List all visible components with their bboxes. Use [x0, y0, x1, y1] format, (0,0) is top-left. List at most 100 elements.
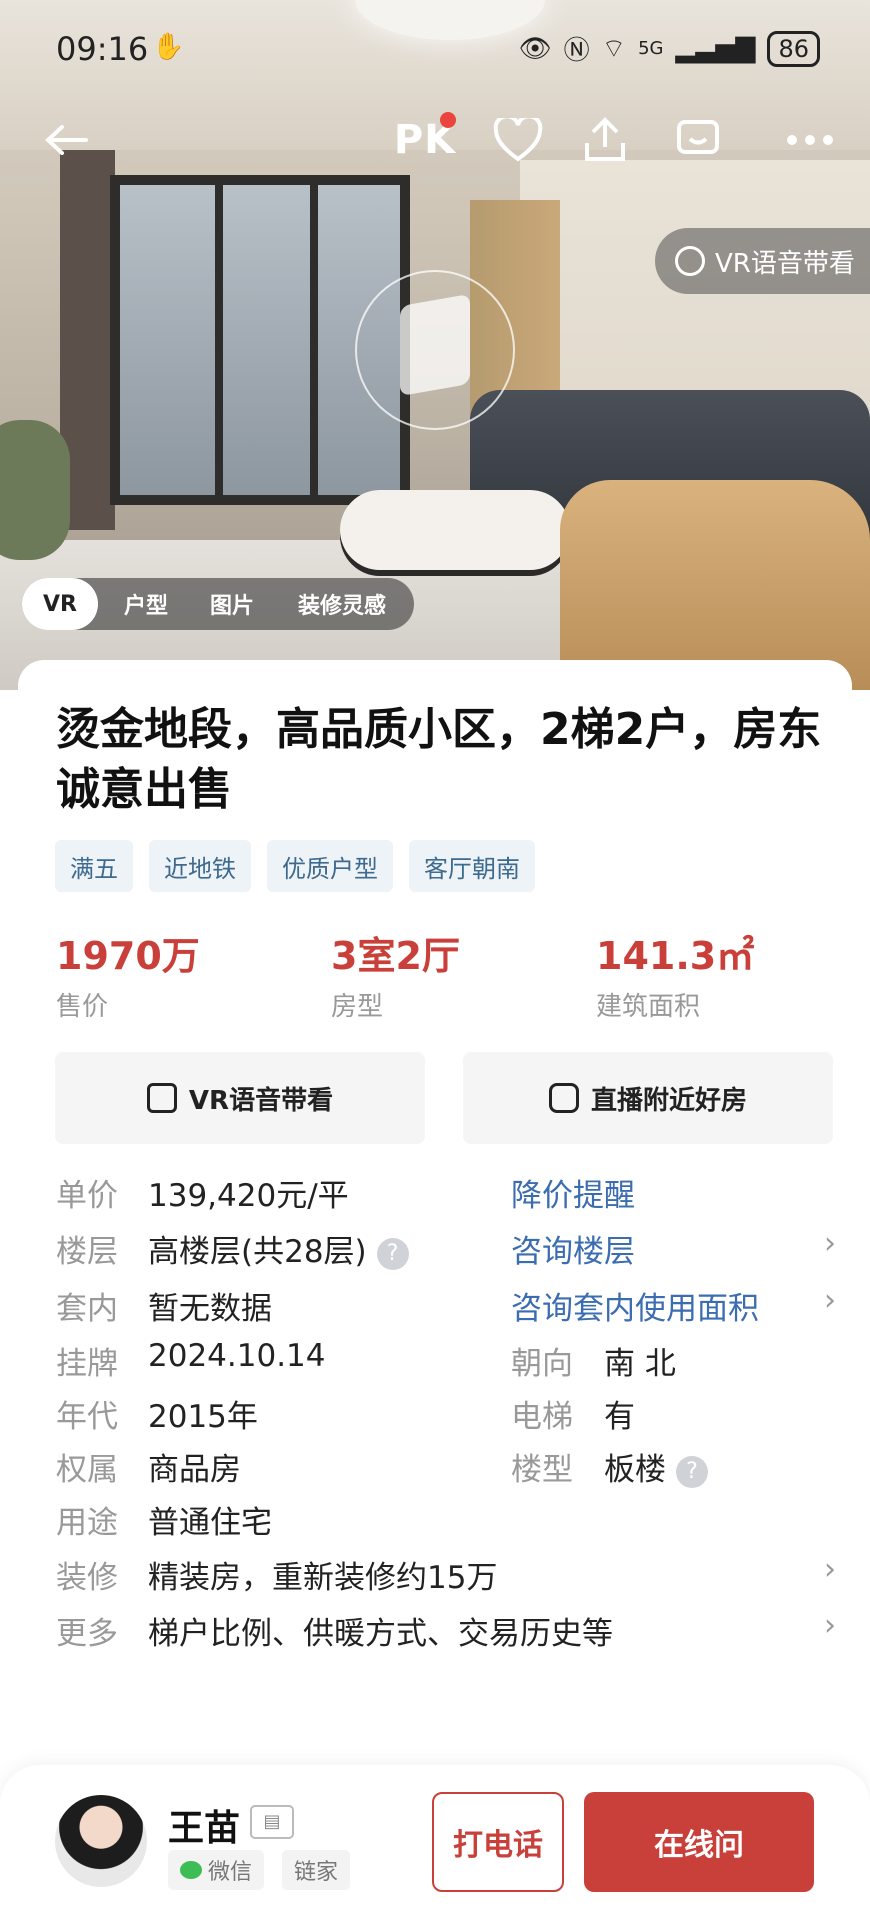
- top-action-bar: PK: [0, 100, 870, 180]
- detail-key: 朝向: [511, 1346, 573, 1382]
- detail-key: 更多: [56, 1616, 118, 1652]
- detail-key: 装修: [56, 1560, 118, 1596]
- window-frame: [310, 185, 318, 495]
- metric-value: 1970万: [56, 934, 200, 978]
- tag-item: 客厅朝南: [409, 840, 535, 892]
- call-button[interactable]: 打电话: [432, 1792, 564, 1892]
- price-drop-alert-link[interactable]: 降价提醒: [511, 1170, 635, 1215]
- chevron-right-icon[interactable]: ›: [824, 1226, 836, 1261]
- media-tabs: VR 户型 图片 装修灵感: [22, 578, 414, 630]
- nfc-icon: Ⓝ: [563, 36, 590, 66]
- detail-key: 楼型: [511, 1452, 573, 1488]
- metric-area: 141.3㎡ 建筑面积: [596, 925, 754, 1023]
- play-icon: [548, 1083, 579, 1113]
- favorite-heart-icon[interactable]: [488, 110, 548, 170]
- more-icon[interactable]: [775, 110, 845, 170]
- listing-tags: 满五 近地铁 优质户型 客厅朝南: [55, 840, 535, 892]
- armchair: [560, 480, 870, 690]
- metric-value: 141.3㎡: [596, 934, 755, 978]
- tab-decoration-ideas[interactable]: 装修灵感: [270, 578, 414, 630]
- detail-value: 2024.10.14: [148, 1338, 326, 1374]
- hero-vr-image[interactable]: 09:16 ✋ 👁 Ⓝ ⌔ 5G ▂▃▅▇ 86 PK VR语音带看 VR 户型…: [0, 0, 870, 690]
- chevron-right-icon[interactable]: ›: [824, 1283, 836, 1318]
- help-icon[interactable]: ?: [676, 1456, 708, 1488]
- detail-value: 南 北: [604, 1346, 676, 1382]
- tab-floor-plan[interactable]: 户型: [98, 578, 194, 630]
- brand-badge: 链家: [282, 1850, 351, 1890]
- chevron-right-icon[interactable]: ›: [824, 1608, 836, 1643]
- detail-key: 年代: [56, 1399, 118, 1435]
- chevron-right-icon[interactable]: ›: [824, 1552, 836, 1587]
- pk-notification-dot: [440, 112, 456, 128]
- metric-label: 售价: [56, 992, 109, 1022]
- detail-key: 权属: [56, 1452, 118, 1488]
- metric-price: 1970万 售价: [56, 925, 200, 1023]
- detail-key: 挂牌: [56, 1346, 118, 1382]
- tag-item: 满五: [55, 840, 133, 892]
- agent-avatar[interactable]: [55, 1795, 147, 1887]
- tab-photos[interactable]: 图片: [194, 578, 270, 630]
- listing-card: 烫金地段，高品质小区，2梯2户，房东诚意出售 满五 近地铁 优质户型 客厅朝南 …: [18, 660, 852, 1800]
- signal-icon: ▂▃▅▇: [675, 33, 756, 64]
- ask-floor-link[interactable]: 咨询楼层: [511, 1226, 635, 1271]
- wechat-badge: 微信: [168, 1850, 265, 1890]
- status-time: 09:16: [56, 30, 149, 68]
- id-card-icon[interactable]: ▤: [250, 1805, 294, 1839]
- ask-inner-area-link[interactable]: 咨询套内使用面积: [511, 1283, 759, 1328]
- hand-icon: ✋: [152, 32, 185, 62]
- action-buttons: VR语音带看 直播附近好房: [55, 1052, 833, 1144]
- floor-value: 高楼层(共28层): [148, 1234, 367, 1270]
- key-metrics: 1970万 售价 3室2厅 房型 141.3㎡ 建筑面积: [56, 925, 836, 1025]
- detail-key: 用途: [56, 1505, 118, 1541]
- eye-icon: 👁: [518, 33, 552, 64]
- vr-voice-guide-label: VR语音带看: [715, 248, 855, 279]
- metric-layout: 3室2厅 房型: [331, 925, 460, 1023]
- live-nearby-button[interactable]: 直播附近好房: [463, 1052, 833, 1144]
- coffee-table: [340, 490, 570, 570]
- window-frame: [215, 185, 223, 495]
- status-icons: 👁 Ⓝ ⌔ 5G ▂▃▅▇ 86: [519, 30, 820, 67]
- wechat-label: 微信: [208, 1860, 253, 1885]
- vr-cube-icon: [146, 1083, 177, 1113]
- agent-bar: 王苗 ▤ 微信 链家 打电话 在线问: [0, 1765, 870, 1920]
- message-icon[interactable]: [668, 110, 728, 170]
- plant: [0, 420, 70, 560]
- metric-value: 3室2厅: [331, 934, 460, 978]
- agent-name[interactable]: 王苗: [168, 1799, 240, 1851]
- vr-voice-guide-card-button[interactable]: VR语音带看: [55, 1052, 425, 1144]
- network-type: 5G: [638, 38, 664, 59]
- detail-key: 套内: [56, 1291, 118, 1327]
- detail-value: 2015年: [148, 1399, 258, 1435]
- detail-value: 暂无数据: [148, 1291, 272, 1327]
- detail-value: 高楼层(共28层)?: [148, 1226, 409, 1271]
- tag-item: 近地铁: [149, 840, 251, 892]
- vr-icon: [675, 246, 705, 276]
- tag-item: 优质户型: [267, 840, 393, 892]
- detail-value: 有: [604, 1399, 635, 1435]
- tab-vr[interactable]: VR: [22, 578, 98, 630]
- share-icon[interactable]: [575, 110, 635, 170]
- detail-value: 商品房: [148, 1452, 241, 1488]
- panorama-card-icon: [400, 293, 470, 397]
- detail-value: 精装房，重新装修约15万: [148, 1560, 498, 1596]
- online-chat-button[interactable]: 在线问: [584, 1792, 814, 1892]
- detail-key: 电梯: [511, 1399, 573, 1435]
- wechat-icon: [180, 1861, 202, 1879]
- detail-key: 单价: [56, 1178, 118, 1214]
- detail-key: 楼层: [56, 1234, 118, 1270]
- help-icon[interactable]: ?: [376, 1238, 409, 1270]
- detail-value: 板楼?: [604, 1444, 708, 1489]
- action-label: VR语音带看: [188, 1085, 334, 1116]
- action-label: 直播附近好房: [590, 1085, 747, 1116]
- status-bar: 09:16 ✋ 👁 Ⓝ ⌔ 5G ▂▃▅▇ 86: [0, 0, 870, 100]
- detail-value: 139,420元/平: [148, 1178, 349, 1214]
- detail-value: 普通住宅: [148, 1505, 272, 1541]
- metric-label: 建筑面积: [596, 992, 701, 1022]
- metric-label: 房型: [331, 992, 384, 1022]
- battery-level: 86: [767, 30, 820, 67]
- detail-value: 梯户比例、供暖方式、交易历史等: [148, 1616, 613, 1652]
- detail-row-more[interactable]: 更多 梯户比例、供暖方式、交易历史等 ›: [56, 1608, 836, 1674]
- building-type-value: 板楼: [604, 1452, 666, 1488]
- back-icon[interactable]: [36, 110, 96, 170]
- vr-voice-guide-button[interactable]: VR语音带看: [655, 228, 870, 294]
